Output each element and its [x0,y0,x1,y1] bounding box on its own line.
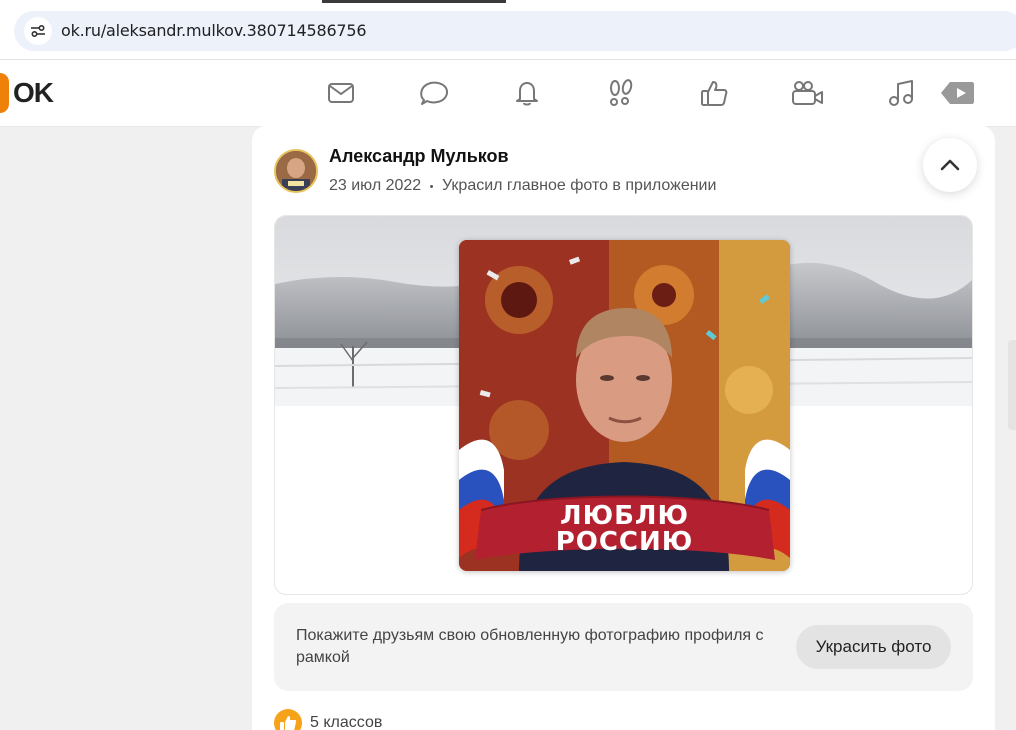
decorate-photo-promo: Покажите друзьям свою обновленную фотогр… [274,603,973,691]
promo-text: Покажите друзьям свою обновленную фотогр… [296,627,764,666]
side-panel-edge [1008,340,1016,430]
author-name[interactable]: Александр Мульков [329,146,509,167]
footprints-icon [610,79,633,106]
chevron-up-icon [940,159,960,171]
ok-logo-mark [0,73,9,113]
post-action-text: Украсил главное фото в приложении [441,177,717,194]
chat-bubble-icon [420,81,448,105]
video-camera-icon [792,81,823,105]
envelope-icon [328,83,354,103]
post-meta: 23 июл 2022 • Украсил главное фото в при… [329,177,716,195]
play-tag-icon [941,82,974,104]
bell-icon [516,82,538,106]
site-header: OK [0,60,1016,127]
post-media[interactable]: ЛЮБЛЮ РОССИЮ [274,215,973,595]
video-button[interactable] [790,76,824,110]
active-tab-indicator [322,0,506,3]
url-text[interactable]: ok.ru/aleksandr.mulkov.380714586756 [61,21,367,40]
likes-row[interactable]: 5 классов [274,709,382,730]
author-avatar[interactable] [274,149,318,193]
ok-logo-text: OK [13,77,54,108]
video-tv-button[interactable] [940,76,976,110]
discussions-button[interactable] [417,76,451,110]
frame-banner-text: ЛЮБЛЮ РОССИЮ [459,503,790,555]
meta-separator: • [429,181,434,193]
guests-button[interactable] [604,76,638,110]
frame-text-line1: ЛЮБЛЮ [559,501,690,531]
notifications-button[interactable] [510,76,544,110]
like-badge-icon [274,709,302,730]
site-settings-icon[interactable] [24,17,52,45]
events-button[interactable] [698,76,732,110]
feed-post-card: Александр Мульков 23 июл 2022 • Украсил … [252,125,995,730]
likes-count[interactable]: 5 классов [310,714,382,730]
music-button[interactable] [884,76,918,110]
post-date[interactable]: 23 июл 2022 [329,177,421,194]
browser-toolbar: ok.ru/aleksandr.mulkov.380714586756 [0,0,1016,60]
profile-photo-with-frame[interactable]: ЛЮБЛЮ РОССИЮ [459,240,790,571]
decorate-photo-button[interactable]: Украсить фото [796,625,951,669]
music-note-icon [889,80,913,106]
ok-logo[interactable]: OK [0,73,54,113]
collapse-button[interactable] [923,138,977,192]
thumbs-up-icon [701,81,728,106]
frame-text-line2: РОССИЮ [555,527,694,557]
address-bar[interactable]: ok.ru/aleksandr.mulkov.380714586756 [14,11,1016,51]
messages-button[interactable] [324,76,358,110]
